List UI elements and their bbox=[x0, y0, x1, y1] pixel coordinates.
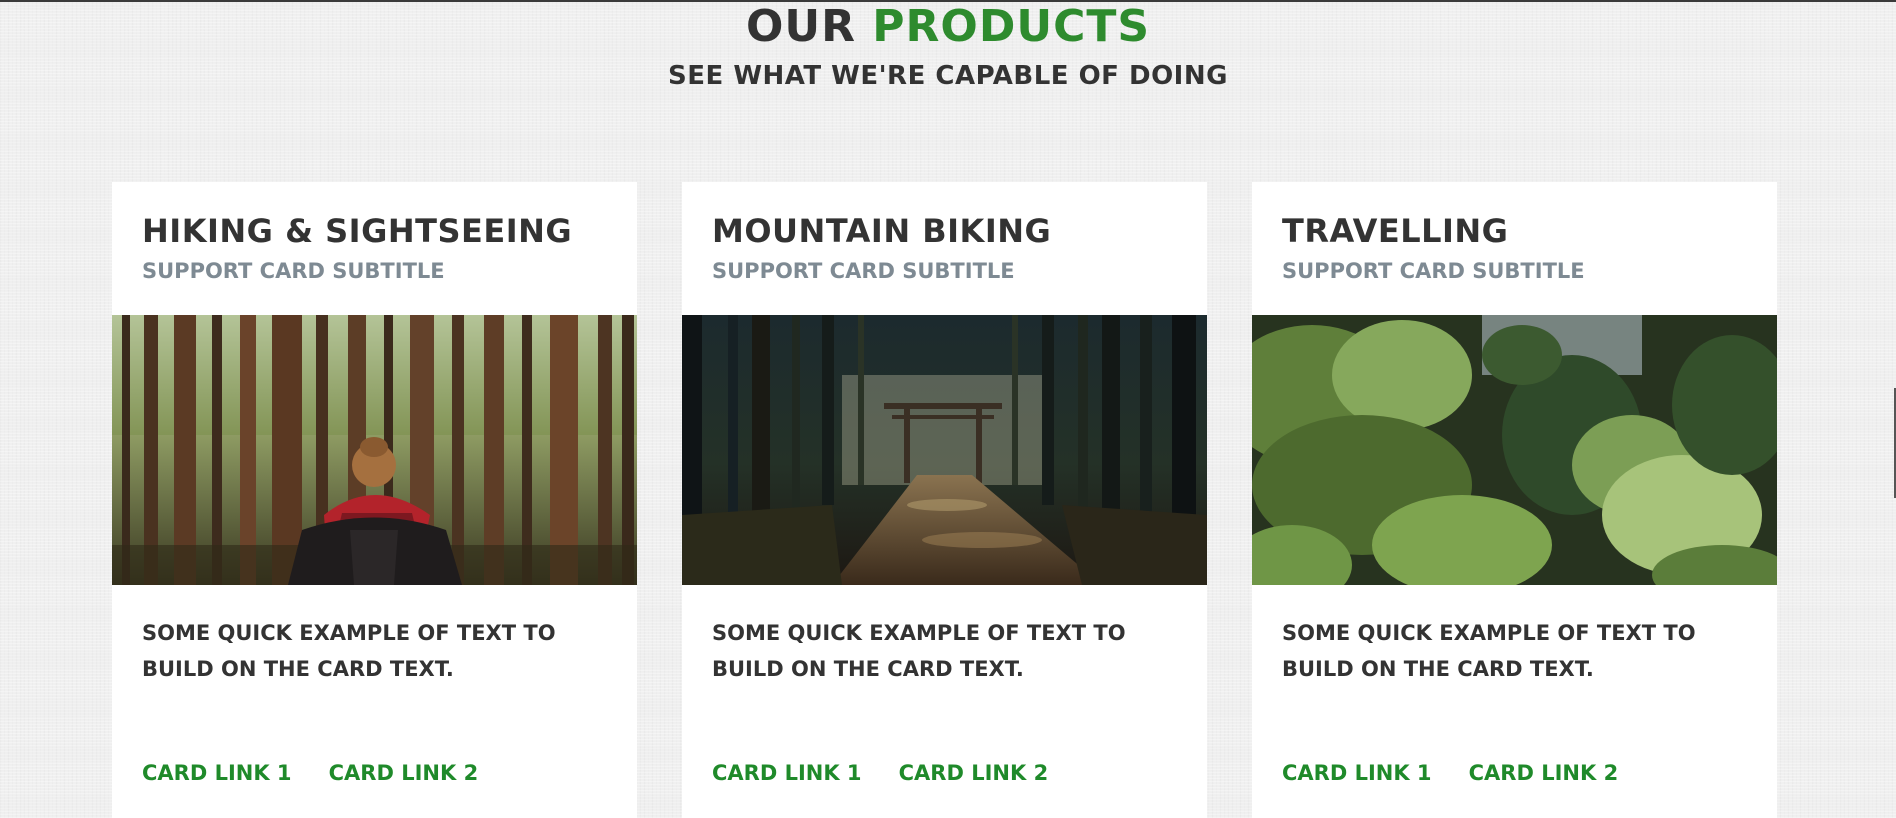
card-title: TRAVELLING bbox=[1282, 212, 1509, 250]
card-subtitle: SUPPORT CARD SUBTITLE bbox=[142, 259, 445, 283]
forest-hiker-photo bbox=[112, 315, 637, 585]
section-title: OUR PRODUCTS bbox=[0, 0, 1896, 52]
card-link-1[interactable]: CARD LINK 1 bbox=[142, 760, 292, 786]
card-text: SOME QUICK EXAMPLE OF TEXT TO BUILD ON T… bbox=[712, 621, 1126, 681]
card-link-2[interactable]: CARD LINK 2 bbox=[329, 760, 479, 786]
card-title: MOUNTAIN BIKING bbox=[712, 212, 1052, 250]
card-link-2[interactable]: CARD LINK 2 bbox=[899, 760, 1049, 786]
card-text: SOME QUICK EXAMPLE OF TEXT TO BUILD ON T… bbox=[142, 621, 556, 681]
card-links: CARD LINK 1 CARD LINK 2 bbox=[1282, 760, 1650, 786]
card-link-2[interactable]: CARD LINK 2 bbox=[1469, 760, 1619, 786]
product-card-travelling: TRAVELLING SUPPORT CARD SUBTITLE SOME QU… bbox=[1252, 182, 1777, 818]
card-title: HIKING & SIGHTSEEING bbox=[142, 212, 573, 250]
section-subtitle: SEE WHAT WE'RE CAPABLE OF DOING bbox=[668, 61, 1228, 91]
card-links: CARD LINK 1 CARD LINK 2 bbox=[142, 760, 510, 786]
forest-path-torii-photo bbox=[682, 315, 1207, 585]
product-cards: HIKING & SIGHTSEEING SUPPORT CARD SUBTIT… bbox=[112, 182, 1778, 818]
section-title-prefix: OUR bbox=[745, 1, 856, 52]
card-links: CARD LINK 1 CARD LINK 2 bbox=[712, 760, 1080, 786]
product-card-mountain-biking: MOUNTAIN BIKING SUPPORT CARD SUBTITLE SO… bbox=[682, 182, 1207, 818]
card-link-1[interactable]: CARD LINK 1 bbox=[712, 760, 862, 786]
product-card-hiking: HIKING & SIGHTSEEING SUPPORT CARD SUBTIT… bbox=[112, 182, 637, 818]
card-text: SOME QUICK EXAMPLE OF TEXT TO BUILD ON T… bbox=[1282, 621, 1696, 681]
card-subtitle: SUPPORT CARD SUBTITLE bbox=[712, 259, 1015, 283]
evergreen-branches-photo bbox=[1252, 315, 1777, 585]
section-heading: OUR PRODUCTS SEE WHAT WE'RE CAPABLE OF D… bbox=[0, 0, 1896, 92]
card-subtitle: SUPPORT CARD SUBTITLE bbox=[1282, 259, 1585, 283]
section-title-accent: PRODUCTS bbox=[872, 1, 1151, 52]
card-link-1[interactable]: CARD LINK 1 bbox=[1282, 760, 1432, 786]
